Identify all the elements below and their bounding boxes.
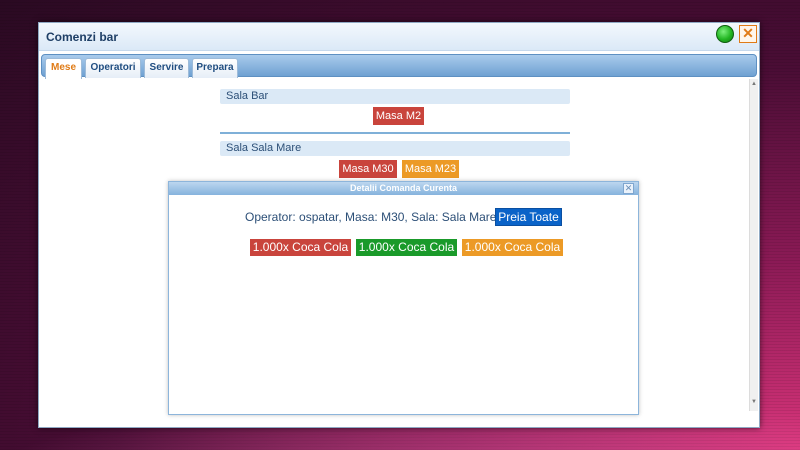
- section-divider: [220, 132, 570, 134]
- window-close-button[interactable]: ✕: [739, 25, 757, 43]
- dialog-close-icon[interactable]: ✕: [623, 183, 634, 194]
- tab-bar: Mese Operatori Servire Prepara: [41, 54, 757, 79]
- orders-window: Comenzi bar ✕ Mese Operatori Servire Pre…: [38, 22, 760, 428]
- order-item-button[interactable]: 1.000x Coca Cola: [356, 239, 457, 256]
- take-all-button[interactable]: Preia Toate: [495, 208, 562, 226]
- order-info-text: Operator: ospatar, Masa: M30, Sala: Sala…: [245, 210, 497, 224]
- order-details-dialog: Detalii Comanda Curenta ✕ Operator: ospa…: [168, 181, 639, 415]
- scroll-up-icon[interactable]: ▲: [751, 81, 757, 87]
- section-header-sala-bar: Sala Bar: [220, 89, 570, 104]
- section-header-sala-mare: Sala Sala Mare: [220, 141, 570, 156]
- tab-servire[interactable]: Servire: [144, 58, 189, 78]
- vertical-scrollbar[interactable]: ▲ ▼: [749, 79, 758, 411]
- scroll-down-icon[interactable]: ▼: [751, 399, 757, 405]
- window-title: Comenzi bar: [46, 30, 119, 44]
- table-button-m2[interactable]: Masa M2: [373, 107, 424, 125]
- table-button-m23[interactable]: Masa M23: [402, 160, 459, 178]
- status-indicator-icon: [716, 25, 734, 43]
- dialog-title: Detalii Comanda Curenta: [169, 182, 638, 195]
- tab-mese[interactable]: Mese: [45, 58, 82, 79]
- order-item-button[interactable]: 1.000x Coca Cola: [462, 239, 563, 256]
- table-button-m30[interactable]: Masa M30: [339, 160, 397, 178]
- window-titlebar[interactable]: Comenzi bar ✕: [39, 23, 759, 51]
- order-item-button[interactable]: 1.000x Coca Cola: [250, 239, 351, 256]
- tab-operatori[interactable]: Operatori: [85, 58, 141, 78]
- tab-prepara[interactable]: Prepara: [192, 58, 238, 78]
